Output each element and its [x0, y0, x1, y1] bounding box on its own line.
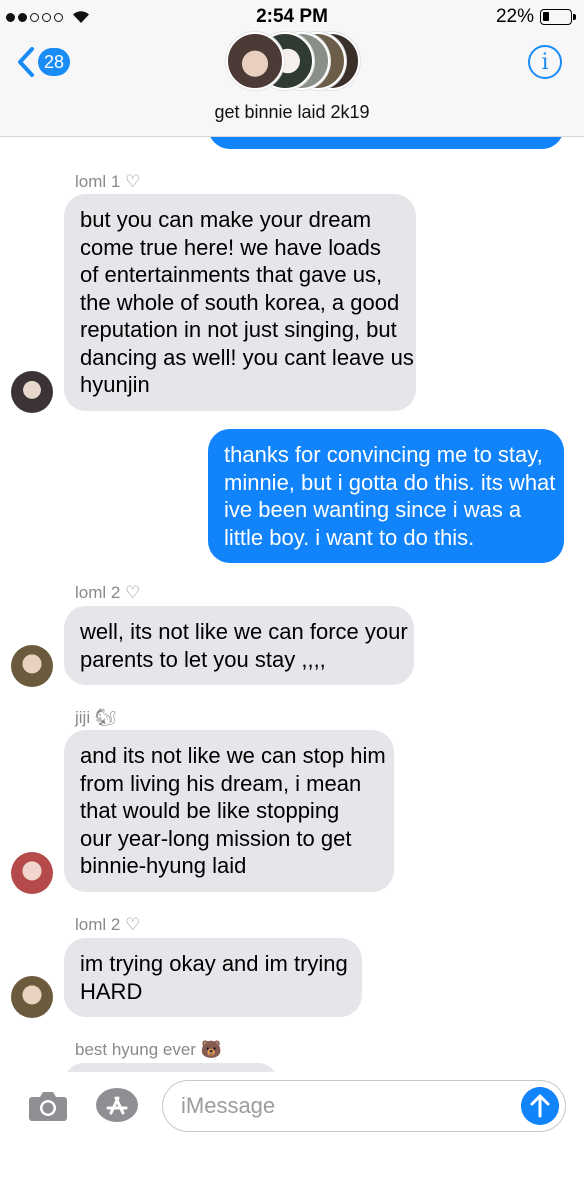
message-line: our year-long mission to get [80, 825, 352, 851]
app-store-icon[interactable] [94, 1086, 140, 1124]
unread-count-badge: 28 [38, 48, 71, 76]
message-line: HARD [80, 978, 143, 1004]
message-line: minnie, but i gotta do this. its what [224, 469, 556, 495]
avatar[interactable] [11, 976, 53, 1018]
message-line: well, its not like we can force your [80, 619, 408, 644]
message-bubble-outgoing[interactable]: thanks for convincing me to stay, minnie… [208, 429, 564, 563]
conversation-header: 2:54 PM 22% 28 get binnie laid 2k19 i [0, 0, 584, 137]
sender-name: loml 1 ♡ [75, 172, 141, 191]
message-line: of entertainments that gave us, [80, 262, 383, 287]
back-button[interactable]: 28 [16, 46, 71, 78]
message-line: dancing as well! you cant leave us [80, 344, 414, 370]
message-input-field[interactable] [162, 1080, 566, 1132]
message-line: the whole of south korea, a good [80, 289, 400, 315]
message-line: reputation in not just singing, but [80, 317, 397, 342]
message-line: from living his dream, i mean [80, 770, 362, 796]
group-name: get binnie laid 2k19 [214, 102, 370, 122]
message-bubble-incoming[interactable]: im trying okay and im trying HARD [64, 938, 362, 1017]
message-bubble-incoming[interactable] [64, 1063, 278, 1072]
message-line: thanks for convincing me to stay, [224, 442, 543, 467]
info-icon[interactable]: i [528, 45, 562, 79]
message-line: and its not like we can stop him [80, 743, 386, 768]
bottom-padding [0, 1142, 584, 1200]
message-bubble-incoming[interactable]: well, its not like we can force your par… [64, 606, 414, 685]
avatar[interactable] [11, 371, 53, 413]
sender-name: jiji 🐿 [75, 708, 117, 727]
camera-icon[interactable] [28, 1088, 68, 1122]
avatar[interactable] [11, 645, 53, 687]
avatar[interactable] [11, 852, 53, 894]
send-arrow-icon[interactable] [521, 1087, 559, 1125]
message-thread[interactable]: loml 1 ♡ but you can make your dream com… [0, 137, 584, 1072]
message-line: im trying okay and im trying [80, 951, 348, 976]
sender-name: best hyung ever 🐻 [75, 1040, 222, 1059]
message-line: ive been wanting since i was a [224, 497, 522, 522]
message-bubble-incoming[interactable]: and its not like we can stop him from li… [64, 730, 394, 892]
group-member-avatar [226, 32, 284, 90]
sender-name: loml 2 ♡ [75, 583, 141, 602]
message-line: that would be like stopping [80, 798, 340, 823]
sender-name: loml 2 ♡ [75, 915, 141, 934]
battery-icon [540, 9, 576, 25]
message-line: binnie-hyung laid [80, 853, 247, 878]
message-bubble-incoming[interactable]: but you can make your dream come true he… [64, 194, 416, 411]
message-line: come true here! we have loads [80, 234, 381, 260]
message-line: hyunjin [80, 372, 150, 397]
message-line: parents to let you stay ,,,, [80, 646, 326, 672]
group-avatar-stack[interactable] [226, 32, 360, 90]
chevron-left-icon [18, 47, 34, 77]
message-line: but you can make your dream [80, 207, 372, 232]
messages-screen: 2:54 PM 22% 28 get binnie laid 2k19 i lo… [0, 0, 584, 1200]
battery-percent: 22% [495, 6, 534, 27]
message-line: little boy. i want to do this. [224, 524, 475, 550]
compose-bar [0, 1072, 584, 1142]
message-input[interactable] [181, 1089, 501, 1123]
message-bubble-outgoing[interactable] [208, 137, 564, 149]
